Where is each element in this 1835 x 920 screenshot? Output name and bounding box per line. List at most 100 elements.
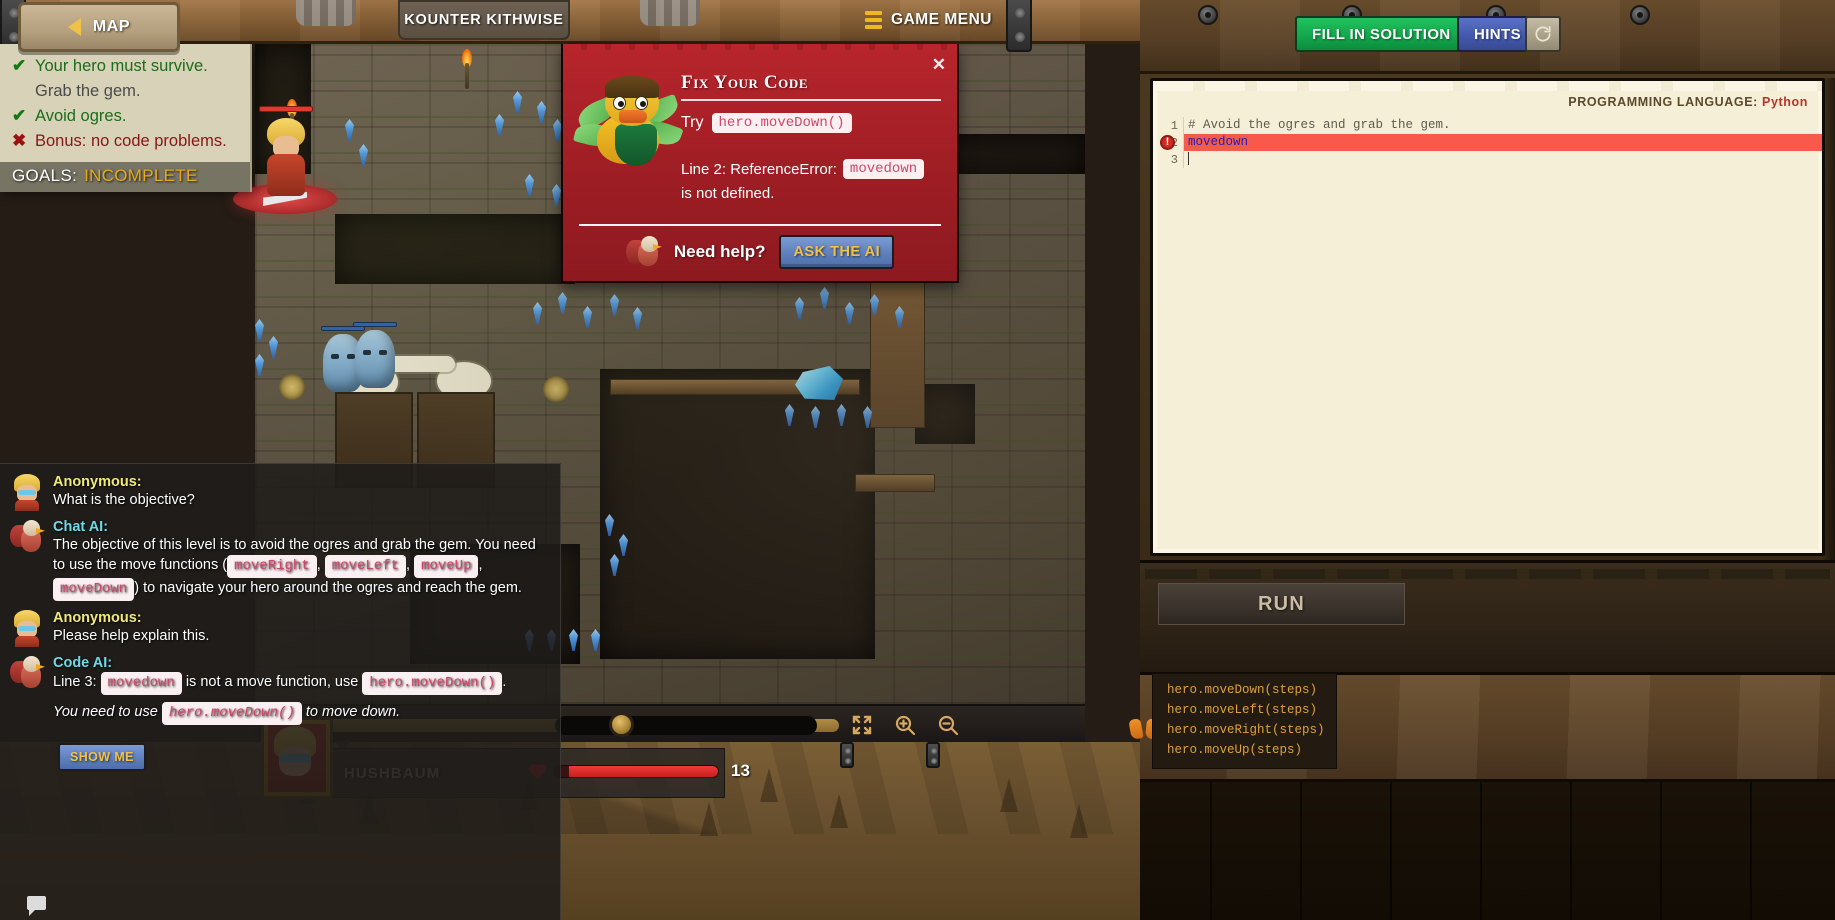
map-button-label: MAP bbox=[92, 18, 131, 35]
text-caret bbox=[1188, 152, 1189, 166]
chat-message: Anonymous: What is the objective? bbox=[10, 474, 550, 511]
goal-label: Avoid ogres. bbox=[35, 107, 127, 125]
game-menu-label: GAME MENU bbox=[891, 11, 992, 28]
fullscreen-icon[interactable] bbox=[840, 708, 883, 742]
bottom-panel bbox=[1140, 782, 1835, 920]
zoom-out-icon[interactable] bbox=[926, 708, 969, 742]
hamburger-icon bbox=[865, 11, 883, 29]
goal-label: Grab the gem. bbox=[35, 82, 141, 100]
user-avatar-icon bbox=[10, 474, 44, 511]
health-value: 13 bbox=[731, 761, 750, 780]
alert-title: Fix Your Code bbox=[681, 72, 809, 93]
ask-the-ai-button[interactable]: ASK THE AI bbox=[779, 235, 895, 269]
back-arrow-icon bbox=[67, 18, 81, 36]
line-content[interactable] bbox=[1183, 151, 1822, 168]
inline-code-chip[interactable]: moveUp bbox=[414, 555, 479, 578]
playback-scrubber-handle[interactable] bbox=[609, 712, 634, 737]
goals-panel: ✔ Your hero must survive. Grab the gem. ✔ A… bbox=[0, 44, 252, 192]
ogre-enemy[interactable] bbox=[353, 322, 397, 388]
inline-code-chip[interactable]: moveDown bbox=[53, 578, 135, 601]
inline-code-chip[interactable]: moveLeft bbox=[324, 555, 406, 578]
error-token: movedown bbox=[1188, 135, 1249, 149]
code-lines[interactable]: 1 # Avoid the ogres and grab the gem.!2mo… bbox=[1153, 117, 1822, 168]
inline-code-chip[interactable]: movedown bbox=[100, 672, 182, 695]
chat-message: Code AI: Line 3: movedown is not a move f… bbox=[10, 655, 550, 725]
playback-remaining-track[interactable] bbox=[555, 716, 817, 735]
chat-text-run: , bbox=[406, 557, 415, 573]
line-content[interactable]: movedown bbox=[1183, 134, 1822, 151]
map-button[interactable]: MAP bbox=[18, 2, 180, 52]
chat-text-run: to move down. bbox=[301, 704, 401, 720]
inline-code-chip[interactable]: hero.moveDown() bbox=[161, 702, 302, 725]
autocomplete-item[interactable]: hero.moveRight(steps) bbox=[1153, 720, 1336, 740]
code-editor-panel: FILL IN SOLUTION HINTS PROGRAMMING LANGU… bbox=[1128, 0, 1835, 920]
duck-avatar-icon bbox=[572, 72, 684, 168]
autocomplete-item[interactable]: hero.moveUp(steps) bbox=[1153, 740, 1336, 760]
goals-list: ✔ Your hero must survive. Grab the gem. ✔ A… bbox=[0, 44, 250, 162]
chat-speaker-name: Chat AI: bbox=[53, 519, 109, 535]
line-content[interactable]: # Avoid the ogres and grab the gem. bbox=[1183, 117, 1822, 134]
chat-text-run: . bbox=[502, 674, 507, 690]
show-me-button[interactable]: SHOW ME bbox=[58, 743, 146, 771]
language-value: Python bbox=[1762, 95, 1808, 109]
autocomplete-popup[interactable]: hero.moveDown(steps) hero.moveLeft(steps)… bbox=[1152, 673, 1337, 769]
code-line[interactable]: 3 bbox=[1153, 151, 1822, 168]
ai-avatar-icon bbox=[10, 519, 45, 555]
level-title: KOUNTER KITHWISE bbox=[398, 0, 570, 40]
goal-label: Your hero must survive. bbox=[35, 57, 208, 75]
chat-message-emphasis: You need to use hero.moveDown() to move … bbox=[53, 702, 550, 725]
need-help-label: Need help? bbox=[673, 242, 766, 261]
run-button[interactable]: RUN bbox=[1158, 583, 1405, 625]
error-marker-icon[interactable]: ! bbox=[1160, 135, 1175, 150]
zoom-in-icon[interactable] bbox=[883, 708, 926, 742]
health-bar bbox=[554, 765, 719, 778]
hero-character[interactable] bbox=[257, 106, 315, 206]
chat-text-run: You need to use bbox=[53, 704, 162, 720]
error-prefix: Line 2: ReferenceError: bbox=[681, 160, 837, 178]
divider bbox=[579, 224, 941, 226]
error-message-row: Line 2: ReferenceError: movedown is not … bbox=[681, 159, 941, 216]
level-title-text: KOUNTER KITHWISE bbox=[404, 12, 564, 28]
cross-icon: ✖ bbox=[12, 131, 27, 150]
chat-message: Chat AI: The objective of this level is t… bbox=[10, 519, 550, 601]
code-editor[interactable]: PROGRAMMING LANGUAGE: Python 1 # Avoid th… bbox=[1150, 78, 1825, 556]
chat-bubble-icon[interactable] bbox=[27, 896, 46, 916]
error-suffix: is not defined. bbox=[681, 185, 775, 202]
programming-language-label: PROGRAMMING LANGUAGE: Python bbox=[1568, 95, 1808, 109]
code-line[interactable]: 1 # Avoid the ogres and grab the gem. bbox=[1153, 117, 1822, 134]
autocomplete-shelf: hero.moveDown(steps) hero.moveLeft(steps)… bbox=[1128, 672, 1835, 782]
chat-text-run: Please help explain this. bbox=[53, 628, 210, 644]
goals-status-label: GOALS: bbox=[12, 166, 78, 185]
line-number: 3 bbox=[1170, 152, 1178, 167]
close-icon[interactable]: ✕ bbox=[932, 56, 946, 73]
autocomplete-item[interactable]: hero.moveLeft(steps) bbox=[1153, 700, 1336, 720]
check-icon: ✔ bbox=[12, 106, 27, 125]
goal-item: ✔ Avoid ogres. bbox=[12, 104, 238, 129]
chat-message-list: Anonymous: What is the objective? Chat AI:… bbox=[10, 474, 550, 771]
game-menu-button[interactable]: GAME MENU bbox=[865, 11, 992, 29]
autocomplete-item[interactable]: hero.moveDown(steps) bbox=[1153, 680, 1336, 700]
chat-speaker-name: Anonymous: bbox=[53, 474, 142, 490]
chat-text-run: is not a move function, use bbox=[181, 674, 363, 690]
inline-code-chip[interactable]: hero.moveDown() bbox=[362, 672, 503, 695]
chat-content: Anonymous: What is the objective? bbox=[53, 474, 550, 510]
reload-icon[interactable] bbox=[1525, 16, 1561, 52]
gem-objective[interactable] bbox=[795, 366, 843, 400]
chat-message-body: What is the objective? bbox=[53, 491, 550, 510]
chat-text-run: ) to navigate your hero around the ogres… bbox=[134, 580, 522, 596]
ogre-enemy[interactable] bbox=[321, 326, 365, 392]
chat-text-run: What is the objective? bbox=[53, 492, 195, 508]
try-code-chip[interactable]: hero.moveDown() bbox=[711, 113, 852, 133]
chat-text-run: , bbox=[316, 557, 325, 573]
chat-speaker-name: Anonymous: bbox=[53, 610, 142, 626]
inline-code-chip[interactable]: moveRight bbox=[227, 555, 317, 578]
goal-item: ✖ Bonus: no code problems. bbox=[12, 129, 238, 154]
code-line[interactable]: !2movedown bbox=[1153, 134, 1822, 151]
fill-in-solution-button[interactable]: FILL IN SOLUTION bbox=[1295, 16, 1468, 52]
chat-speaker-name: Code AI: bbox=[53, 655, 113, 671]
error-code-chip: movedown bbox=[842, 159, 925, 179]
chat-text-run: Line 3: bbox=[53, 674, 101, 690]
goal-item: ✔ Your hero must survive. bbox=[12, 54, 238, 79]
game-viewport[interactable]: MAP KOUNTER KITHWISE GAME MENU ✔ Your her… bbox=[0, 0, 1140, 920]
codecombat-game-screen: MAP KOUNTER KITHWISE GAME MENU ✔ Your her… bbox=[0, 0, 1835, 920]
